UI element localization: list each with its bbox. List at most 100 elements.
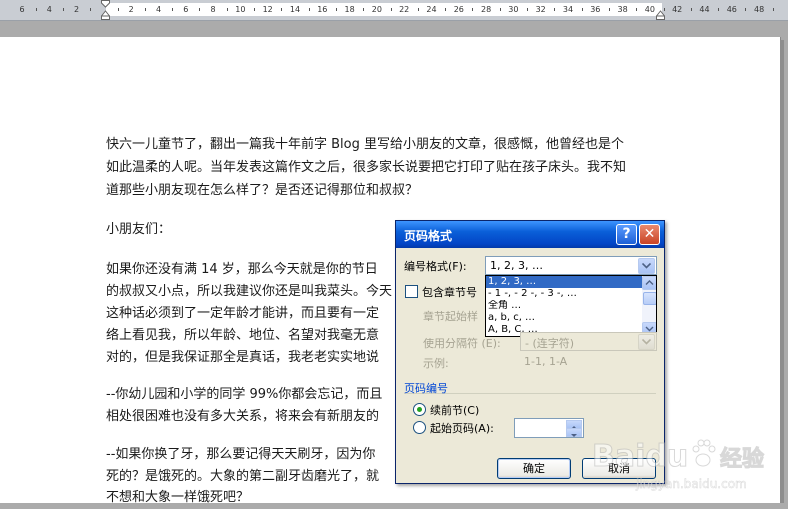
include-chapter-label: 包含章节号 — [422, 286, 477, 299]
close-icon: ✕ — [643, 226, 656, 242]
page-numbering-group-title: 页码编号 — [404, 382, 448, 395]
ruler-number: 46 — [726, 5, 737, 14]
triangle-down-icon — [571, 434, 577, 437]
ruler-tick — [499, 8, 501, 11]
help-icon: ? — [622, 226, 631, 242]
ruler-number: 42 — [672, 5, 683, 14]
doc-line: 对的，但是我保证那全是真话，我老老实实地说 — [106, 350, 380, 365]
start-at-spinner[interactable] — [514, 418, 584, 438]
ruler-number: 44 — [699, 5, 710, 14]
doc-line: 相处很困难也没有多大关系，将来会有新朋友的 — [106, 409, 380, 424]
doc-line: --你幼儿园和小学的同学 99%你都会忘记，而且 — [106, 387, 383, 402]
ruler-tick — [417, 8, 419, 11]
dropdown-option[interactable]: - 1 -, - 2 -, - 3 -, … — [486, 288, 642, 300]
paw-icon — [692, 439, 716, 467]
dropdown-option[interactable]: 1, 2, 3, … — [486, 276, 642, 288]
ruler-tick — [390, 8, 392, 11]
ruler-number: 2 — [128, 5, 134, 14]
dialog-title: 页码格式 — [404, 229, 453, 243]
ruler-number: 34 — [562, 5, 574, 14]
spin-down-button[interactable] — [566, 428, 582, 437]
dropdown-scrollbar[interactable] — [642, 276, 656, 336]
separator-label: 使用分隔符 (E): — [423, 337, 501, 350]
dialog-title-bar[interactable]: 页码格式 ? ✕ — [396, 221, 664, 248]
watermark-url: jingyan.baidu.com — [635, 477, 747, 491]
ruler-tick — [117, 8, 119, 11]
chevron-up-icon — [645, 280, 654, 285]
close-button[interactable]: ✕ — [639, 224, 660, 245]
ruler-number: 16 — [317, 5, 328, 14]
ruler-number: 10 — [235, 5, 246, 14]
doc-line: 的叔叔又小点，所以我建议你还是叫我菜头。今天 — [106, 284, 393, 299]
number-format-dropdown-button[interactable] — [638, 258, 655, 274]
ruler-tick — [35, 8, 37, 11]
ruler-number: 36 — [590, 5, 601, 14]
ruler-tick — [636, 8, 638, 11]
start-at-label: 起始页码(A): — [430, 422, 494, 435]
ruler-tick — [554, 8, 556, 11]
ruler-number: 6 — [19, 5, 25, 14]
example-value: 1-1, 1-A — [524, 355, 568, 368]
doc-line: 道那些小朋友现在怎么样了？是否还记得那位和叔叔？ — [106, 183, 419, 198]
scroll-thumb[interactable] — [643, 292, 656, 305]
ruler-number: 18 — [344, 5, 355, 14]
doc-line: --如果你换了牙，那么要记得天天刷牙，因为你 — [106, 447, 376, 462]
ruler-tick — [527, 8, 529, 11]
watermark-brand: Baidu — [592, 439, 688, 474]
doc-line: 不想和大象一样饿死吧？ — [106, 490, 250, 505]
ruler-tick — [772, 8, 774, 11]
number-format-select[interactable]: 1, 2, 3, … — [485, 256, 657, 275]
continue-previous-label: 续前节(C) — [430, 404, 480, 417]
ok-button[interactable]: 确定 — [497, 458, 571, 479]
start-at-radio[interactable] — [413, 421, 426, 434]
horizontal-ruler[interactable]: 6 4 2 2 4 6 8 10 12 14 16 18 20 22 24 26 28 30 32 34 36 38 40 4… — [0, 0, 788, 21]
ruler-number: 38 — [617, 5, 628, 14]
chevron-down-icon — [642, 339, 651, 345]
watermark-sub: 经验 — [720, 446, 764, 472]
left-indent-marker-icon[interactable] — [101, 0, 110, 20]
ruler-tick — [718, 8, 720, 11]
ruler-tick — [172, 8, 174, 11]
doc-line: 如此温柔的人呢。当年发表这篇作文之后，很多家长说要把它打印了贴在孩子床头。我不知 — [106, 160, 627, 175]
ruler-tick — [745, 8, 747, 11]
ruler-tick — [199, 8, 201, 11]
ruler-tick — [335, 8, 337, 11]
separator-select[interactable]: - (连字符) — [520, 332, 657, 351]
ruler-number: 30 — [508, 5, 519, 14]
ruler-tick — [254, 8, 256, 11]
number-format-dropdown-list[interactable]: 1, 2, 3, … - 1 -, - 2 -, - 3 -, … 全角 … a… — [485, 275, 657, 337]
ruler-number: 4 — [46, 5, 52, 14]
ruler-number: 28 — [481, 5, 492, 14]
ruler-tick — [226, 8, 228, 11]
separator-value: - (连字符) — [525, 337, 575, 350]
doc-line: 如果你还没有满 14 岁，那么今天就是你的节日 — [106, 262, 378, 277]
doc-line: 死的？是饿死的。大象的第二副牙齿磨光了，就 — [106, 469, 380, 484]
ruler-tick — [663, 8, 665, 11]
ruler-number: 48 — [754, 5, 765, 14]
number-format-value: 1, 2, 3, … — [490, 259, 543, 272]
ruler-number: 20 — [371, 5, 382, 14]
ruler-number: 6 — [183, 5, 189, 14]
ruler-number: 26 — [453, 5, 464, 14]
ruler-tick — [281, 8, 283, 11]
scroll-up-button[interactable] — [642, 276, 656, 290]
separator-dropdown-button[interactable] — [638, 334, 655, 350]
dropdown-option[interactable]: a, b, c, … — [486, 312, 642, 324]
dropdown-option[interactable]: 全角 … — [486, 300, 642, 312]
ruler-tick — [581, 8, 583, 11]
ruler-number: 8 — [210, 5, 216, 14]
ruler-tick — [472, 8, 474, 11]
ruler-number: 4 — [155, 5, 162, 14]
include-chapter-checkbox[interactable] — [405, 285, 418, 298]
number-format-label: 编号格式(F): — [404, 260, 467, 273]
ruler-tick — [690, 8, 692, 11]
help-button[interactable]: ? — [616, 224, 637, 245]
ruler-tick — [90, 8, 92, 11]
ruler-tick — [608, 8, 610, 11]
doc-line: 快六一儿童节了，翻出一篇我十年前字 Blog 里写给小朋友的文章，很感慨，他曾经… — [106, 137, 625, 152]
ruler-tick — [308, 8, 310, 11]
chevron-down-icon — [642, 263, 651, 269]
radio-selected-dot — [417, 407, 422, 412]
doc-line: 这种话必须到了一定年龄才能讲，而且要有一定 — [106, 306, 380, 321]
continue-previous-radio[interactable] — [413, 403, 426, 416]
